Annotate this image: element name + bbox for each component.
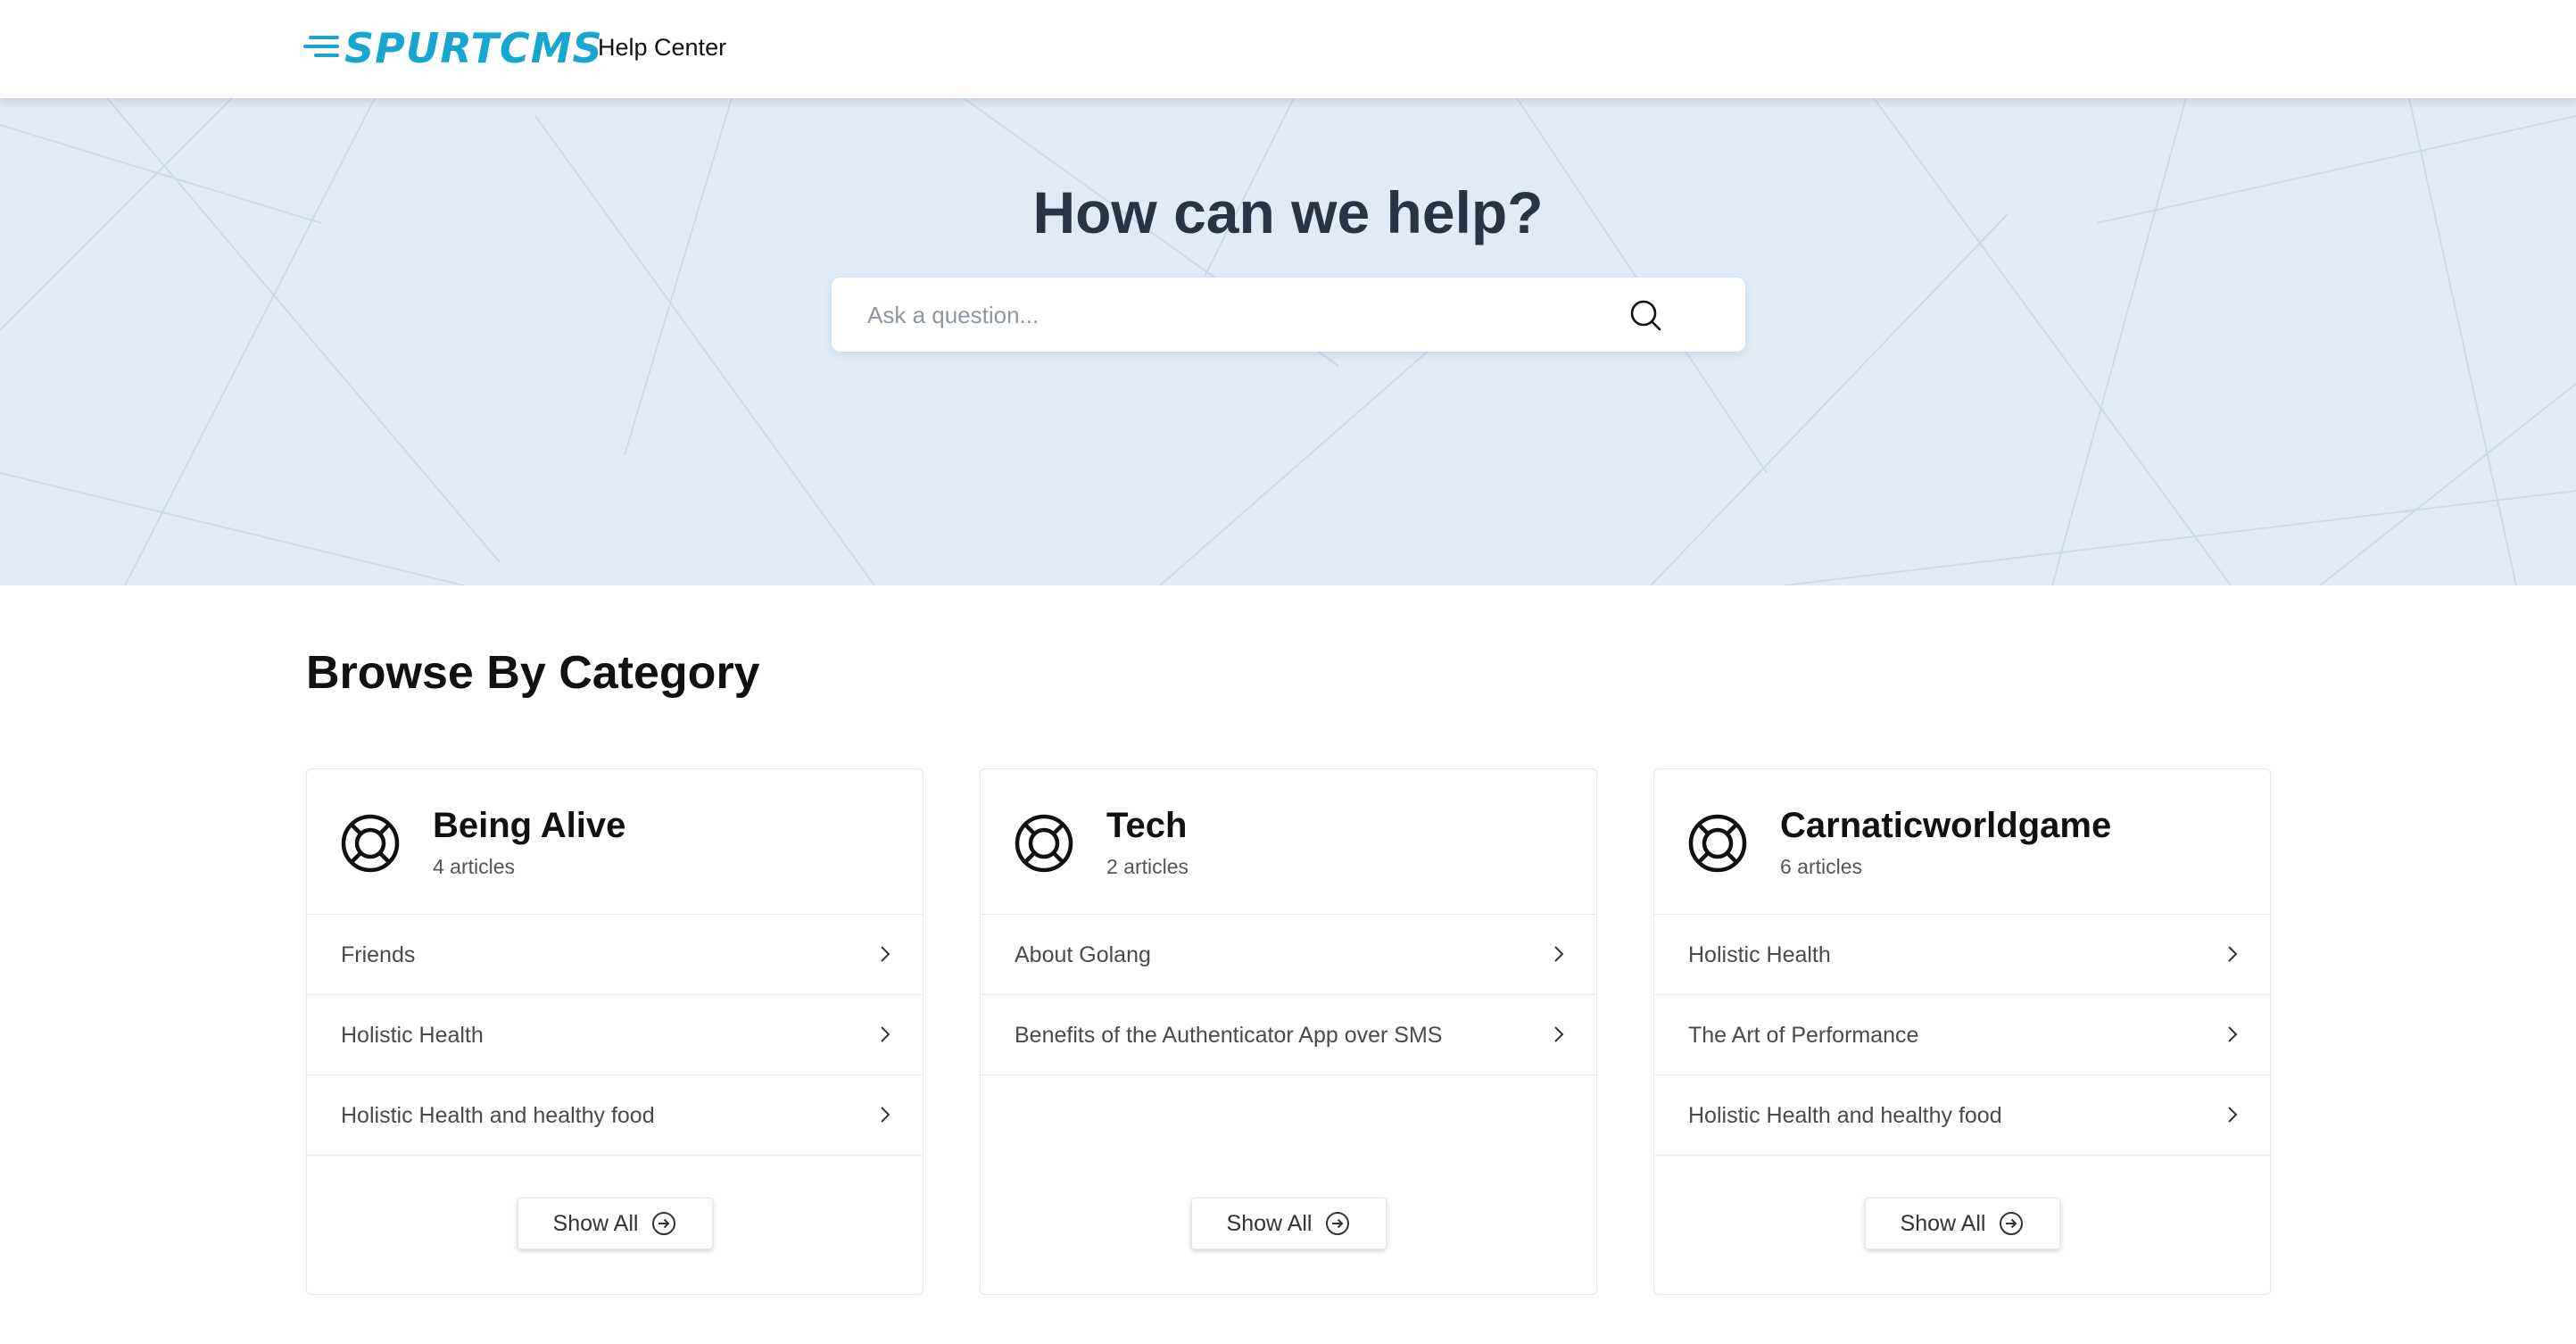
article-list: Holistic Health The Art of Performance H…	[1654, 915, 2270, 1156]
category-card-header: Being Alive 4 articles	[307, 769, 923, 915]
category-card-being-alive: Being Alive 4 articles Friends Holistic …	[306, 768, 924, 1295]
lifebuoy-icon	[1015, 814, 1073, 873]
article-link[interactable]: Holistic Health and healthy food	[1654, 1075, 2270, 1156]
article-title: Holistic Health	[341, 1023, 484, 1048]
show-all-button[interactable]: Show All	[518, 1198, 713, 1249]
show-all-label: Show All	[1226, 1210, 1313, 1236]
article-list: Friends Holistic Health Holistic Health …	[307, 915, 923, 1156]
article-link[interactable]: Holistic Health and healthy food	[307, 1075, 923, 1156]
top-header: SPURTCMS Help Center	[0, 0, 2576, 98]
chevron-right-icon	[2228, 1026, 2238, 1042]
article-link[interactable]: Holistic Health	[1654, 915, 2270, 995]
chevron-right-icon	[2228, 946, 2238, 962]
search-icon[interactable]	[1628, 297, 1663, 333]
chevron-right-icon	[881, 1026, 890, 1042]
search-input[interactable]	[866, 295, 1651, 335]
spurtcms-logo[interactable]: SPURTCMS	[303, 27, 603, 70]
article-title: Holistic Health and healthy food	[341, 1103, 655, 1128]
show-all-button[interactable]: Show All	[1865, 1198, 2060, 1249]
article-count: 2 articles	[1106, 855, 1189, 878]
logo-text: SPURTCMS	[344, 24, 603, 72]
article-link[interactable]: Holistic Health	[307, 995, 923, 1075]
lifebuoy-icon	[1688, 814, 1747, 873]
article-link[interactable]: Friends	[307, 915, 923, 995]
show-all-label: Show All	[1900, 1210, 1986, 1236]
article-link[interactable]: The Art of Performance	[1654, 995, 2270, 1075]
category-card-tech: Tech 2 articles About Golang Benefits of…	[980, 768, 1597, 1295]
article-title: Holistic Health and healthy food	[1688, 1103, 2002, 1128]
arrow-right-circle-icon	[2000, 1212, 2024, 1235]
header-title[interactable]: Help Center	[598, 32, 726, 62]
logo-speed-lines-icon	[303, 30, 343, 66]
chevron-right-icon	[881, 946, 890, 962]
arrow-right-circle-icon	[1326, 1212, 1350, 1235]
hero-banner: How can we help?	[0, 98, 2576, 585]
article-link[interactable]: About Golang	[981, 915, 1596, 995]
category-title[interactable]: Carnaticworldgame	[1780, 803, 2111, 848]
search-box	[832, 278, 1745, 352]
chevron-right-icon	[881, 1107, 890, 1123]
article-link[interactable]: Benefits of the Authenticator App over S…	[981, 995, 1596, 1075]
article-list: About Golang Benefits of the Authenticat…	[981, 915, 1596, 1075]
arrow-right-circle-icon	[652, 1212, 676, 1235]
article-title: The Art of Performance	[1688, 1023, 1919, 1048]
chevron-right-icon	[1554, 946, 1564, 962]
category-title[interactable]: Being Alive	[433, 803, 625, 848]
section-title: Browse By Category	[306, 647, 760, 699]
category-card-header: Carnaticworldgame 6 articles	[1654, 769, 2270, 915]
lifebuoy-icon	[341, 814, 400, 873]
article-title: Holistic Health	[1688, 942, 1831, 967]
category-card-carnaticworldgame: Carnaticworldgame 6 articles Holistic He…	[1653, 768, 2271, 1295]
article-count: 6 articles	[1780, 855, 1863, 878]
show-all-label: Show All	[552, 1210, 639, 1236]
hero-title: How can we help?	[1032, 179, 1544, 245]
article-count: 4 articles	[433, 855, 516, 878]
category-card-header: Tech 2 articles	[981, 769, 1596, 915]
article-title: Benefits of the Authenticator App over S…	[1015, 1023, 1443, 1048]
chevron-right-icon	[1554, 1026, 1564, 1042]
article-title: About Golang	[1015, 942, 1151, 967]
chevron-right-icon	[2228, 1107, 2238, 1123]
article-title: Friends	[341, 942, 416, 967]
category-title[interactable]: Tech	[1106, 803, 1187, 848]
show-all-button[interactable]: Show All	[1191, 1198, 1387, 1249]
